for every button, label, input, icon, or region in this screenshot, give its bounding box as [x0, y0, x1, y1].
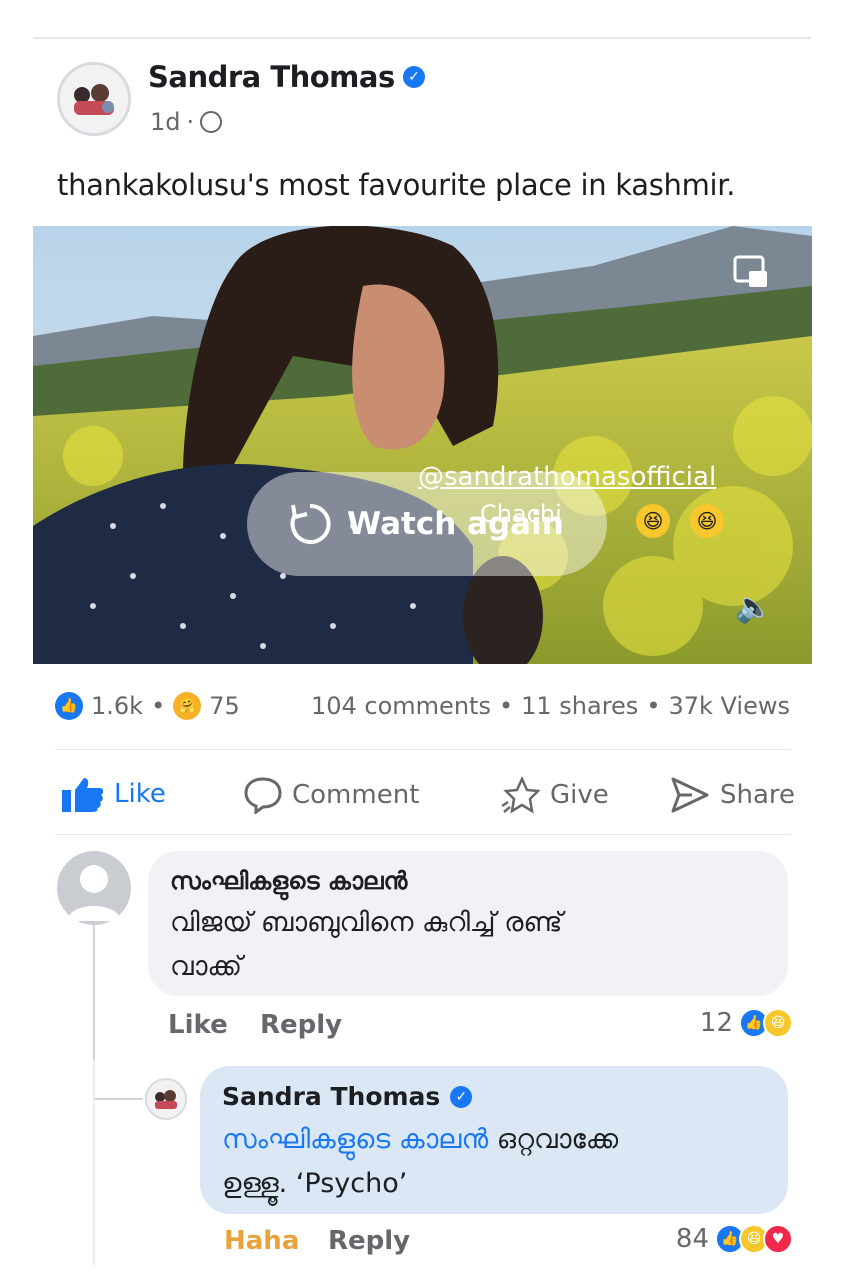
video-frame — [33, 226, 812, 664]
verified-badge-icon: ✓ — [450, 1085, 473, 1108]
verified-badge-icon: ✓ — [402, 66, 425, 88]
stats-divider — [55, 749, 790, 750]
comment-button[interactable]: Comment — [244, 776, 419, 814]
dot-separator: • — [498, 692, 514, 720]
reply-text-after: ഒറ്റവാക്കേ — [488, 1124, 619, 1155]
love-reaction-icon: ♥ — [763, 1224, 793, 1254]
reply-author-name[interactable]: Sandra Thomas — [222, 1082, 440, 1111]
post-caption: thankakolusu's most favourite place in k… — [57, 168, 736, 202]
like-button[interactable]: Like — [62, 776, 166, 812]
care-reaction-icon: 🤗 — [173, 692, 202, 720]
like-reaction-icon: 👍 — [55, 692, 83, 720]
author-avatar[interactable] — [57, 62, 131, 136]
comments-count[interactable]: 104 comments — [311, 692, 491, 720]
shares-count[interactable]: 11 shares — [521, 692, 638, 720]
star-icon — [501, 776, 540, 814]
comment-label: Comment — [292, 780, 420, 810]
reply-mention[interactable]: സംഘികളുടെ കാലൻ — [222, 1124, 488, 1155]
commenter-avatar[interactable] — [57, 851, 131, 925]
share-button[interactable]: Share — [670, 776, 795, 814]
post-video[interactable] — [33, 226, 812, 664]
laughing-emoji-icon: 😆 — [690, 504, 724, 538]
comment-reaction-count[interactable]: 12 👍 😆 — [700, 1008, 793, 1038]
watch-again-label: Watch again — [347, 506, 564, 542]
reply-reply-button[interactable]: Reply — [328, 1226, 410, 1256]
post-time[interactable]: 1d — [150, 108, 181, 136]
care-count[interactable]: 75 — [209, 692, 240, 720]
replay-icon — [290, 503, 331, 544]
post-author[interactable]: Sandra Thomas ✓ — [148, 60, 425, 94]
laughing-emoji-icon: 😆 — [636, 504, 670, 538]
reply-reaction-count[interactable]: 84 👍 😆 ♥ — [676, 1224, 793, 1254]
thumbs-up-icon — [62, 778, 104, 812]
reply-text-line2: ഉള്ളൂ. ‘Psycho’ — [222, 1168, 408, 1199]
reaction-stats: 👍 1.6k • 🤗 75 104 comments • 11 shares •… — [55, 692, 790, 720]
comment-like-button[interactable]: Like — [168, 1010, 228, 1040]
reply-reaction-number: 84 — [675, 1224, 709, 1254]
picture-in-picture-icon[interactable] — [733, 255, 769, 291]
comment-reaction-number: 12 — [699, 1008, 733, 1038]
commenter-name[interactable]: സംഘികളുടെ കാലൻ — [170, 867, 407, 895]
like-count[interactable]: 1.6k — [91, 692, 143, 720]
comment-reply-button[interactable]: Reply — [260, 1010, 342, 1040]
give-label: Give — [550, 780, 609, 810]
views-count: 37k Views — [668, 692, 790, 720]
reply-text-line1: സംഘികളുടെ കാലൻ ഒറ്റവാക്കേ — [222, 1118, 618, 1162]
globe-icon — [200, 111, 223, 133]
reply-author-avatar[interactable] — [145, 1078, 187, 1120]
share-icon — [671, 777, 709, 813]
watch-again-button[interactable]: Watch again — [247, 472, 607, 576]
give-button[interactable]: Give — [500, 776, 609, 814]
dot-separator: • — [646, 692, 661, 720]
comment-text-line1: വിജയ് ബാബുവിനെ കുറിച്ച് രണ്ട് — [170, 907, 563, 938]
dot-separator: • — [151, 692, 166, 720]
reply-bubble: Sandra Thomas ✓ സംഘികളുടെ കാലൻ ഒറ്റവാക്ക… — [200, 1066, 788, 1214]
comment-bubble: സംഘികളുടെ കാലൻ വിജയ് ബാബുവിനെ കുറിച്ച് ര… — [148, 851, 788, 996]
like-label: Like — [114, 779, 166, 809]
share-label: Share — [720, 780, 796, 810]
top-divider — [33, 37, 811, 39]
actions-divider — [55, 834, 790, 835]
comment-text-line2: വാക്ക് — [170, 951, 243, 982]
reply-haha-button[interactable]: Haha — [224, 1226, 299, 1256]
comment-icon — [244, 777, 282, 814]
post-meta: 1d · — [150, 108, 223, 136]
post-author-name[interactable]: Sandra Thomas — [148, 60, 395, 94]
reply-author[interactable]: Sandra Thomas ✓ — [222, 1082, 473, 1111]
volume-icon[interactable]: 🔈 — [735, 590, 772, 625]
reply-connector — [95, 1098, 143, 1100]
meta-separator: · — [186, 108, 195, 136]
haha-reaction-icon: 😆 — [763, 1008, 793, 1038]
